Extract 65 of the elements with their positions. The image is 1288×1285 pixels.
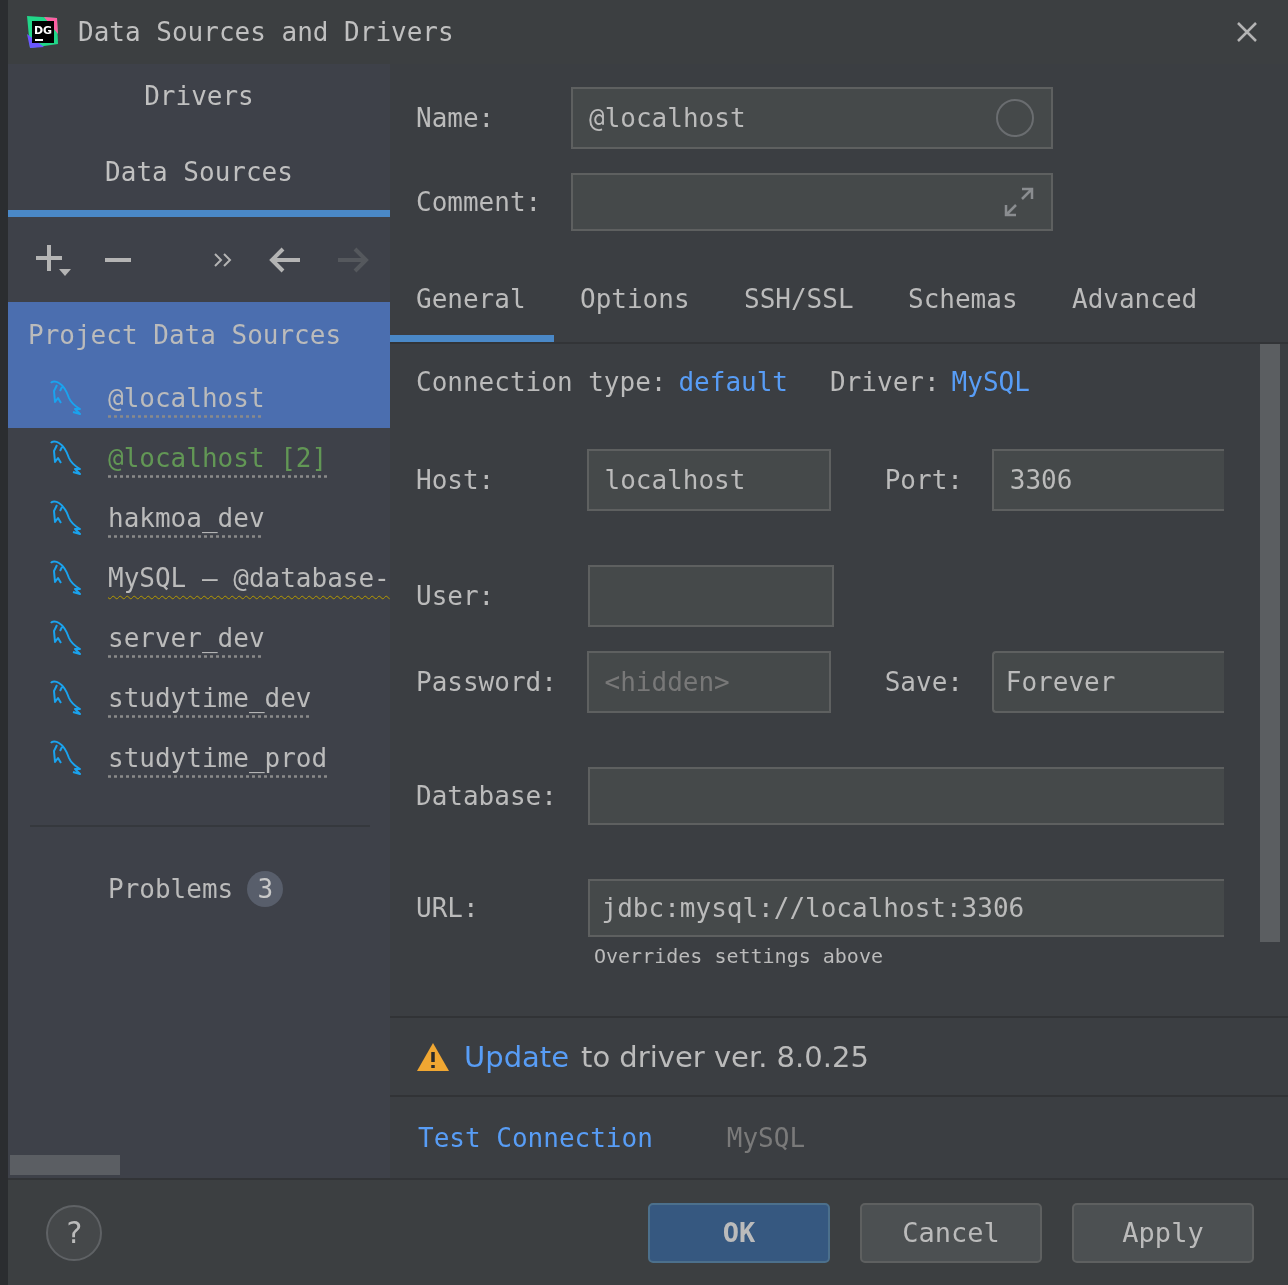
data-source-item[interactable]: @localhost [2] bbox=[8, 428, 390, 488]
field-label: Port: bbox=[884, 465, 964, 495]
tab[interactable]: SSH/SSL bbox=[718, 255, 882, 342]
field-label: Comment: bbox=[416, 186, 543, 217]
sidebar-tab[interactable]: Drivers bbox=[8, 64, 390, 134]
update-link[interactable]: Update bbox=[464, 1039, 570, 1074]
field-label: User: bbox=[416, 581, 496, 611]
comment-field[interactable] bbox=[571, 172, 1053, 231]
dialog-button[interactable]: Cancel bbox=[860, 1202, 1042, 1263]
expand-icon[interactable] bbox=[1003, 185, 1035, 218]
data-source-item[interactable]: hakmoa_dev bbox=[8, 488, 390, 548]
host-field[interactable]: localhost bbox=[586, 449, 831, 511]
test-connection-link[interactable]: Test Connection bbox=[418, 1122, 653, 1153]
dolphin-icon bbox=[48, 679, 84, 717]
scrollbar-thumb[interactable] bbox=[10, 1155, 120, 1175]
field-label: Host: bbox=[416, 465, 496, 495]
connection-type-link[interactable]: default bbox=[678, 367, 789, 397]
data-source-item[interactable]: @localhost bbox=[8, 368, 390, 428]
close-icon[interactable] bbox=[1236, 21, 1258, 43]
tree-group-header[interactable]: Project Data Sources bbox=[8, 302, 390, 368]
name-field[interactable]: @localhost bbox=[571, 87, 1053, 149]
field-label: Driver: bbox=[830, 367, 940, 397]
help-button[interactable]: ? bbox=[46, 1204, 102, 1261]
app-logo: DG bbox=[24, 14, 60, 50]
dolphin-icon bbox=[48, 559, 84, 597]
field-label: Connection type: bbox=[416, 367, 667, 397]
more-icon[interactable] bbox=[213, 251, 233, 268]
tab[interactable]: Advanced bbox=[1046, 255, 1210, 342]
dolphin-icon bbox=[48, 619, 84, 657]
url-field[interactable]: jdbc:mysql://localhost:3306 bbox=[587, 879, 1224, 937]
field-label: Database: bbox=[416, 781, 558, 811]
driver-update-notice: to driver ver. 8.0.25 bbox=[581, 1039, 869, 1074]
user-field[interactable] bbox=[588, 565, 834, 627]
warning-icon bbox=[416, 1041, 450, 1072]
remove-icon[interactable] bbox=[105, 256, 131, 263]
problems-label[interactable]: Problems bbox=[108, 874, 234, 904]
tab[interactable]: Options bbox=[554, 255, 718, 342]
add-icon[interactable] bbox=[35, 242, 71, 277]
dialog-button[interactable]: OK bbox=[648, 1202, 830, 1263]
tab[interactable]: Schemas bbox=[882, 255, 1046, 342]
dolphin-icon bbox=[48, 379, 84, 417]
data-source-item[interactable]: MySQL – @database- bbox=[8, 548, 390, 608]
database-field[interactable] bbox=[587, 767, 1224, 825]
data-source-item[interactable]: studytime_dev bbox=[8, 668, 390, 728]
port-field[interactable]: 3306 bbox=[991, 449, 1224, 511]
dolphin-icon bbox=[48, 439, 84, 477]
count-badge: 3 bbox=[247, 871, 284, 907]
window-title: Data Sources and Drivers bbox=[78, 17, 455, 47]
field-label: Password: bbox=[416, 667, 558, 697]
field-label: URL: bbox=[416, 893, 480, 923]
back-arrow-icon[interactable] bbox=[268, 246, 300, 273]
scrollbar-thumb[interactable] bbox=[1260, 344, 1280, 942]
dialog-button[interactable]: Apply bbox=[1072, 1202, 1254, 1263]
driver-name: MySQL bbox=[726, 1122, 806, 1153]
dolphin-icon bbox=[48, 499, 84, 537]
save-dropdown[interactable]: Forever bbox=[991, 651, 1224, 713]
driver-link[interactable]: MySQL bbox=[951, 367, 1030, 397]
url-hint: Overrides settings above bbox=[594, 944, 884, 968]
field-label: Save: bbox=[884, 667, 964, 697]
circle-icon[interactable] bbox=[995, 98, 1035, 138]
tab[interactable]: General bbox=[390, 255, 554, 342]
field-label: Name: bbox=[416, 103, 496, 133]
dolphin-icon bbox=[48, 739, 84, 777]
data-source-item[interactable]: server_dev bbox=[8, 608, 390, 668]
data-source-item[interactable]: studytime_prod bbox=[8, 728, 390, 788]
